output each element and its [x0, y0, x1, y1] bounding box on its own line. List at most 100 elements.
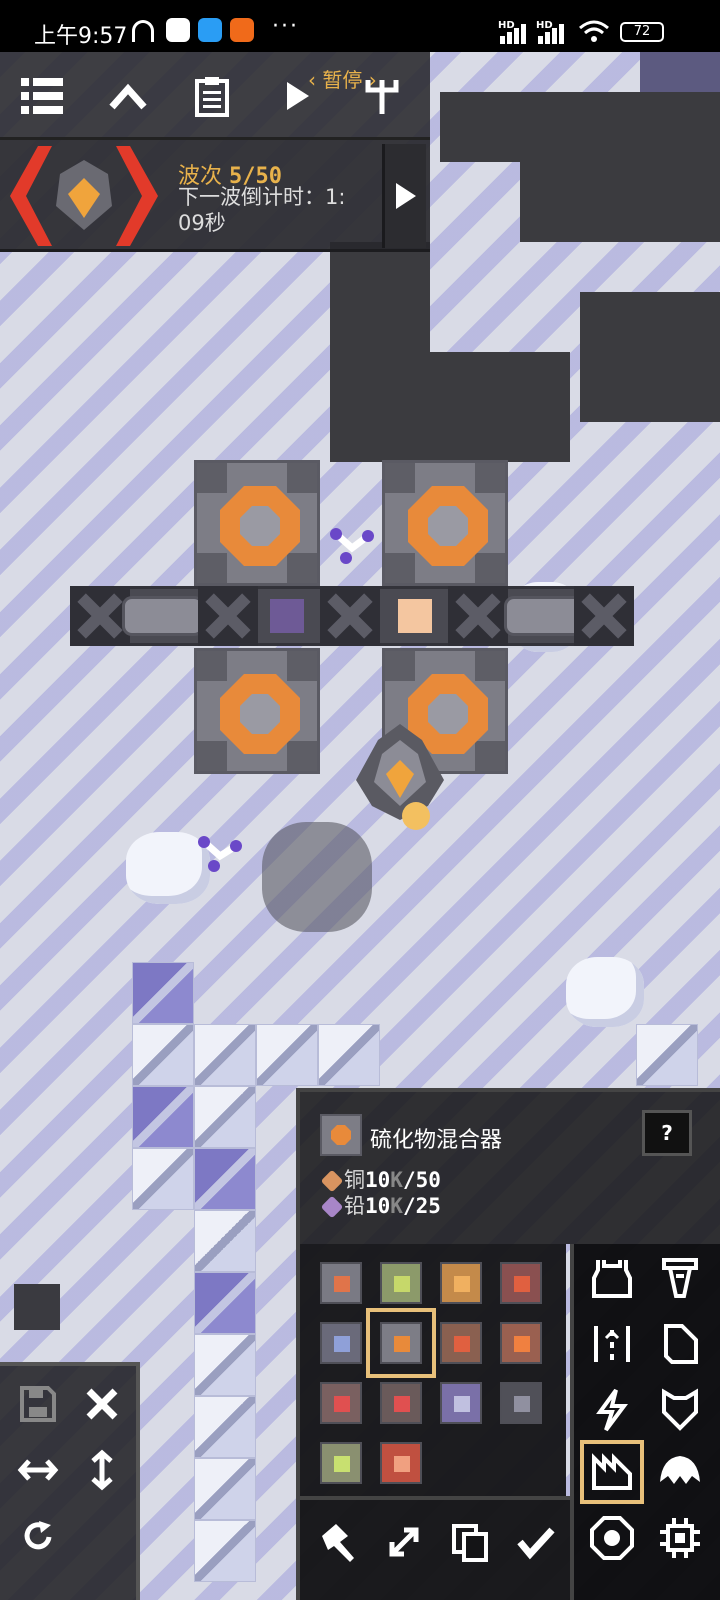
block-selection-grid: [296, 1244, 566, 1496]
block-slot[interactable]: [318, 1380, 364, 1426]
block-slot[interactable]: [378, 1380, 424, 1426]
lead-icon: [320, 1195, 344, 1219]
chevron-up-icon: [109, 83, 147, 110]
selected-block-name: 硫化物混合器: [370, 1128, 503, 1153]
cancel-placement-button[interactable]: [74, 1376, 130, 1432]
block-slot[interactable]: [498, 1320, 544, 1366]
factory-icon: [592, 1453, 632, 1490]
cost-amount: 10: [365, 1194, 391, 1218]
skip-wave-button[interactable]: [382, 144, 426, 248]
block-1-icon: [320, 1262, 362, 1304]
category-defense[interactable]: [648, 1378, 712, 1442]
category-crafting[interactable]: [580, 1440, 644, 1504]
ice-tile: [194, 1148, 256, 1210]
confirm-button[interactable]: [508, 1514, 564, 1570]
shield-icon: [662, 1388, 698, 1431]
block-slot[interactable]: [378, 1440, 424, 1486]
signal-icon-1: [500, 24, 526, 44]
block-7-icon: [440, 1322, 482, 1364]
category-units[interactable]: [648, 1440, 712, 1504]
headset-icon: [132, 20, 154, 42]
database-button[interactable]: [188, 72, 236, 120]
check-icon: [517, 1527, 555, 1560]
pyratite-mixer-block[interactable]: [382, 460, 508, 586]
block-slot[interactable]: [438, 1380, 484, 1426]
flip-horizontal-button[interactable]: [10, 1442, 66, 1498]
cost-resource: 铅: [344, 1194, 365, 1218]
category-production[interactable]: [648, 1246, 712, 1310]
block-slot[interactable]: [498, 1380, 544, 1426]
schematic-expand-button[interactable]: [376, 1514, 432, 1570]
copy-button[interactable]: [442, 1514, 498, 1570]
ice-tile: [132, 1024, 194, 1086]
app-notification-icon-1: [166, 18, 190, 42]
copper-icon: [320, 1169, 344, 1193]
build-toolbar: [296, 1496, 570, 1600]
category-liquid[interactable]: [648, 1312, 712, 1376]
pyratite-mixer-block[interactable]: [194, 460, 320, 586]
rotate-button[interactable]: [10, 1508, 66, 1564]
dark-rock-region: [520, 152, 720, 242]
ice-tile: [194, 1024, 256, 1086]
ice-tile: [194, 1210, 256, 1272]
block-slot[interactable]: [438, 1320, 484, 1366]
block-slot[interactable]: [378, 1260, 424, 1306]
enemy-warning-brackets-icon: [10, 146, 158, 246]
ice-tile: [132, 1148, 194, 1210]
deconstruct-button[interactable]: [310, 1514, 366, 1570]
dark-rock-small: [14, 1284, 60, 1330]
flip-vertical-button[interactable]: [74, 1442, 130, 1498]
block-slot[interactable]: [318, 1260, 364, 1306]
ice-tile: [194, 1458, 256, 1520]
ice-tile: [132, 962, 194, 1024]
power-icon: [596, 1388, 628, 1432]
category-power[interactable]: [580, 1378, 644, 1442]
cost-required: /50: [402, 1168, 441, 1192]
block-slot[interactable]: [438, 1260, 484, 1306]
cost-resource: 铜: [344, 1168, 365, 1192]
category-logic[interactable]: [648, 1506, 712, 1570]
ice-tile: [194, 1334, 256, 1396]
block-6-icon: [380, 1322, 422, 1364]
block-12-icon: [500, 1382, 542, 1424]
countdown-label: 下一波倒计时：1:: [178, 185, 346, 209]
boss-indicator: [8, 144, 160, 248]
ice-tile: [318, 1024, 380, 1086]
dark-rock-region: [330, 242, 430, 462]
copper-item: [398, 599, 432, 633]
wave-countdown: 下一波倒计时：1: 09秒: [178, 184, 368, 236]
countdown-value: 09秒: [178, 211, 226, 235]
wave-panel: 波次 5/50 下一波倒计时：1: 09秒: [0, 140, 430, 252]
block-14-icon: [380, 1442, 422, 1484]
junction-block: [448, 586, 508, 646]
shadow-blob: [262, 822, 372, 932]
hammer-icon: [322, 1524, 354, 1562]
app-notification-icon-2: [198, 18, 222, 42]
block-slot[interactable]: [498, 1260, 544, 1306]
block-slot[interactable]: [318, 1440, 364, 1486]
signal-icon-2: [538, 24, 564, 44]
category-distribution[interactable]: [580, 1312, 644, 1376]
copy-icon: [452, 1524, 488, 1562]
selected-block-icon: [320, 1114, 362, 1156]
category-turret[interactable]: [580, 1246, 644, 1310]
floppy-disk-icon: [20, 1386, 56, 1422]
menu-button[interactable]: [18, 72, 66, 120]
mono-drone-unit[interactable]: [328, 526, 374, 566]
category-effect[interactable]: [580, 1506, 644, 1570]
cost-required: /25: [402, 1194, 441, 1218]
collapse-button[interactable]: [104, 72, 152, 120]
wifi-icon: [579, 20, 609, 42]
block-slot[interactable]: [366, 1308, 436, 1378]
pyratite-mixer-block[interactable]: [194, 648, 320, 774]
block-slot[interactable]: [318, 1320, 364, 1366]
dark-rock-region: [420, 352, 570, 462]
list-menu-icon: [21, 78, 63, 114]
block-help-button[interactable]: ?: [642, 1110, 692, 1156]
block-13-icon: [320, 1442, 362, 1484]
save-schematic-button[interactable]: [10, 1376, 66, 1432]
player-ship-unit[interactable]: [352, 720, 448, 830]
block-8-icon: [500, 1322, 542, 1364]
mono-drone-unit[interactable]: [196, 834, 242, 874]
cost-row-lead: 铅10K/25: [320, 1190, 441, 1220]
